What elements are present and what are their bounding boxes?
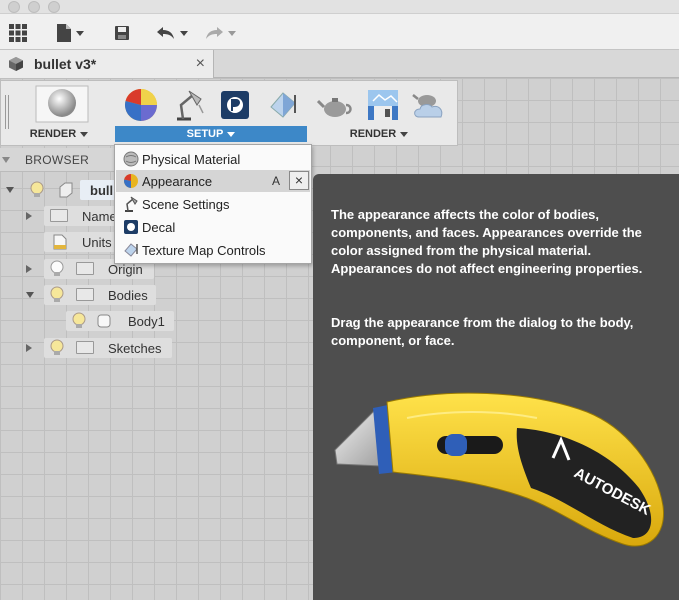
root-component-label: bull <box>90 183 114 198</box>
component-icon <box>59 182 73 198</box>
chevron-down-icon <box>80 131 89 137</box>
collapse-browser-icon[interactable] <box>2 156 10 163</box>
texture-map-icon[interactable] <box>265 87 301 123</box>
cloud-render-icon[interactable] <box>411 87 447 123</box>
render-workspace-icon[interactable] <box>35 85 89 123</box>
document-tab[interactable]: bullet v3* × <box>0 50 214 78</box>
menu-item-scene-settings[interactable]: Scene Settings <box>116 193 310 215</box>
zoom-window-button[interactable] <box>48 1 60 13</box>
document-tab-title: bullet v3* <box>34 56 97 72</box>
redo-button[interactable] <box>204 23 236 43</box>
expand-toggle-icon[interactable] <box>6 187 14 193</box>
undo-icon <box>157 27 174 39</box>
chevron-down-icon <box>228 30 236 36</box>
body-icon <box>97 314 111 328</box>
appearance-ball-icon[interactable] <box>123 87 159 123</box>
chevron-down-icon <box>227 131 236 137</box>
folder-icon <box>76 288 94 301</box>
pin-to-toolbar-button[interactable]: × <box>289 171 309 190</box>
tree-node-bodies[interactable]: Bodies <box>0 285 312 305</box>
chevron-down-icon <box>400 131 409 137</box>
ribbon-grip[interactable] <box>5 95 9 129</box>
setup-dropdown-menu: Physical Material Appearance A × Scene S… <box>114 144 312 264</box>
texture-map-icon <box>124 243 138 257</box>
visibility-bulb-icon[interactable] <box>50 339 64 357</box>
file-menu-button[interactable] <box>56 23 84 43</box>
cube-icon <box>9 57 23 71</box>
file-icon <box>57 24 71 42</box>
redo-icon <box>206 27 223 39</box>
visibility-bulb-icon[interactable] <box>30 181 44 199</box>
tooltip-description: The appearance affects the color of bodi… <box>331 207 643 276</box>
render-save-image-icon[interactable] <box>365 87 401 123</box>
tree-node-sketches[interactable]: Sketches <box>0 338 312 358</box>
tooltip-instruction: Drag the appearance from the dialog to t… <box>331 315 634 348</box>
render-group-label[interactable]: RENDER <box>319 126 439 142</box>
appearance-ball-icon <box>124 174 138 188</box>
teapot-render-icon[interactable] <box>317 87 353 123</box>
utility-knife-image: AUTODESK <box>334 392 664 547</box>
expand-toggle-icon[interactable] <box>26 292 34 298</box>
menu-item-decal[interactable]: Decal <box>116 216 310 238</box>
menu-item-appearance[interactable]: Appearance A × <box>116 170 310 192</box>
data-panel-button[interactable] <box>8 23 28 43</box>
render-workspace-label[interactable]: RENDER <box>19 126 99 142</box>
visibility-bulb-icon[interactable] <box>72 312 86 330</box>
menu-item-texture-map-controls[interactable]: Texture Map Controls <box>116 239 310 261</box>
close-tab-icon[interactable]: × <box>196 56 205 72</box>
undo-button[interactable] <box>156 23 188 43</box>
expand-toggle-icon[interactable] <box>26 265 32 273</box>
shortcut-key: A <box>272 174 281 188</box>
decal-icon[interactable] <box>217 87 253 123</box>
grid-apps-icon <box>9 24 27 42</box>
minimize-window-button[interactable] <box>28 1 40 13</box>
folder-icon <box>76 341 94 354</box>
setup-menu-button[interactable]: SETUP <box>115 126 307 142</box>
document-tab-bar: bullet v3* × <box>0 50 679 78</box>
scene-lamp-icon <box>125 196 138 212</box>
chevron-down-icon <box>180 30 188 36</box>
folder-icon <box>50 209 68 222</box>
sphere-material-icon <box>123 151 139 167</box>
folder-icon <box>76 262 94 275</box>
browser-title: BROWSER <box>25 152 90 167</box>
tree-node-body1[interactable]: Body1 <box>0 311 312 331</box>
visibility-bulb-icon[interactable] <box>50 286 64 304</box>
appearance-tooltip: The appearance affects the color of bodi… <box>313 174 679 600</box>
chevron-down-icon <box>76 30 84 36</box>
document-units-icon <box>53 234 67 250</box>
quick-access-toolbar <box>0 14 679 50</box>
scene-lamp-icon[interactable] <box>171 87 207 123</box>
close-window-button[interactable] <box>8 1 20 13</box>
expand-toggle-icon[interactable] <box>26 212 32 220</box>
save-icon <box>115 26 129 40</box>
decal-icon <box>124 220 138 234</box>
menu-item-physical-material[interactable]: Physical Material <box>116 148 310 170</box>
visibility-bulb-icon[interactable] <box>50 260 64 278</box>
window-title-bar <box>0 0 679 14</box>
expand-toggle-icon[interactable] <box>26 344 32 352</box>
toolbar-ribbon: RENDER SETUP RENDER <box>0 80 458 146</box>
save-button[interactable] <box>114 23 130 43</box>
